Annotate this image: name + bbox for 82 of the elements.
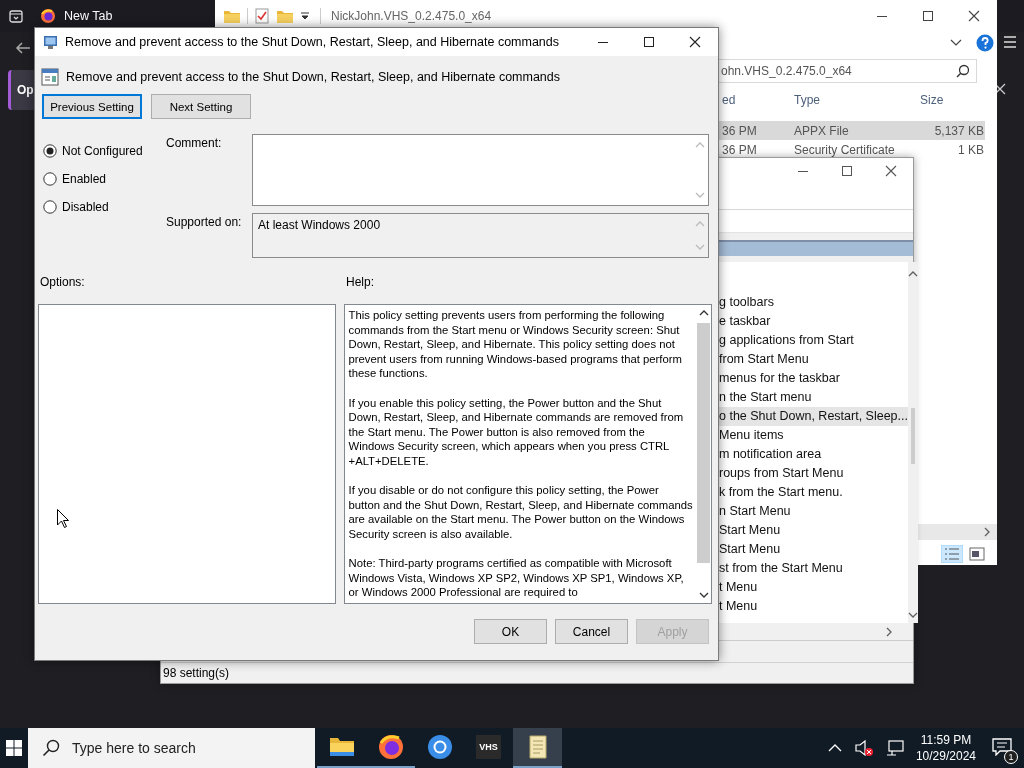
column-header[interactable]: ed bbox=[722, 93, 794, 107]
setting-row[interactable]: n Start Menu bbox=[719, 502, 908, 521]
field-label: Comment: bbox=[166, 135, 223, 152]
notification-icon[interactable] bbox=[992, 737, 1012, 756]
help-paragraph: This policy setting prevents users from performing the following commands from the Start menu or Windows Security screen: Shut Down, Restart, Sleep, and Hibernate. This policy setting does not prevent users from running Windows-based programs that perform these functions. bbox=[348, 308, 683, 381]
menu-icon[interactable] bbox=[1002, 35, 1018, 49]
expand-icon[interactable] bbox=[950, 39, 962, 47]
status-text: 98 setting(s) bbox=[163, 666, 230, 680]
section-label: Options: bbox=[40, 275, 86, 291]
clock[interactable]: 11:59 PM 10/29/2024 bbox=[915, 732, 976, 764]
scroll-right-icon[interactable] bbox=[983, 527, 991, 537]
setting-row[interactable]: k from the Start menu. bbox=[719, 483, 908, 502]
browser-icon bbox=[425, 733, 454, 761]
radio-button[interactable] bbox=[43, 200, 57, 214]
policy-setting-icon bbox=[41, 68, 59, 86]
firefox-icon bbox=[376, 733, 405, 761]
setting-row[interactable]: Start Menu bbox=[719, 521, 908, 540]
setting-row[interactable]: roups from Start Menu bbox=[719, 464, 908, 483]
setting-row[interactable]: m notification area bbox=[719, 445, 908, 464]
window-title: Remove and prevent access to the Shut Down, Restart, Sleep, and Hibernate commands bbox=[65, 35, 559, 49]
nav-button[interactable]: Previous Setting bbox=[42, 94, 142, 119]
column-header[interactable]: Size bbox=[916, 93, 988, 107]
checklist-icon[interactable] bbox=[254, 8, 270, 24]
radio-label[interactable]: Enabled bbox=[62, 172, 107, 186]
search-icon[interactable] bbox=[956, 64, 970, 78]
setting-row[interactable]: menus for the taskbar bbox=[719, 369, 908, 388]
policy-icon bbox=[43, 34, 59, 50]
setting-row[interactable]: g toolbars bbox=[719, 293, 908, 312]
help-paragraph: If you disable or do not configure this policy setting, the Power button and the Shut Down, Restart, Sleep, and Hibernate commands are available on the Start menu. The Power button on the Windows Security screen is also available. bbox=[348, 483, 693, 542]
help-icon[interactable] bbox=[976, 34, 994, 52]
radio-label[interactable]: Not Configured bbox=[62, 144, 143, 158]
network-icon[interactable] bbox=[885, 739, 906, 757]
field-label: Supported on: bbox=[166, 214, 243, 231]
setting-row[interactable]: n the Start menu bbox=[719, 388, 908, 407]
close-icon[interactable] bbox=[994, 83, 1006, 95]
scrollbar-thumb[interactable] bbox=[697, 323, 710, 563]
scroll-right-icon[interactable] bbox=[885, 626, 893, 637]
setting-row[interactable]: o the Shut Down, Restart, Sleep... bbox=[719, 407, 908, 426]
start-icon[interactable] bbox=[6, 740, 22, 756]
firefox-icon bbox=[40, 8, 56, 24]
column-header[interactable]: Type bbox=[794, 93, 916, 107]
notification-badge: 1 bbox=[1004, 749, 1018, 764]
help-paragraph: Note: Third-party programs certified as compatible with Microsoft Windows Vista, Windows XP SP2, Windows XP SP1, Windows XP, or Windows 2000 Professional are required to bbox=[348, 556, 685, 600]
window-title: NickJohn.VHS_0.2.475.0_x64 bbox=[331, 9, 492, 23]
scroll-up-icon[interactable] bbox=[908, 270, 918, 278]
setting-row[interactable]: from Start Menu bbox=[719, 350, 908, 369]
section-label: Help: bbox=[346, 275, 375, 291]
setting-row[interactable]: Start Menu bbox=[719, 540, 908, 559]
tab-list-icon[interactable] bbox=[8, 8, 24, 24]
browser-card[interactable]: Op bbox=[8, 70, 35, 110]
dropdown-icon[interactable] bbox=[300, 11, 310, 21]
radio-button[interactable] bbox=[43, 144, 57, 158]
setting-row[interactable]: Menu items bbox=[719, 426, 908, 445]
search-icon bbox=[42, 739, 60, 757]
thumbnail-view-icon[interactable] bbox=[969, 547, 985, 561]
setting-row[interactable]: st from the Start Menu bbox=[719, 559, 908, 578]
search-field[interactable]: Type here to search bbox=[28, 728, 315, 768]
browser-tab[interactable]: New Tab bbox=[34, 1, 210, 31]
dialog-button[interactable]: OK bbox=[474, 619, 547, 644]
dialog-button[interactable]: Cancel bbox=[555, 619, 628, 644]
radio-button[interactable] bbox=[43, 172, 57, 186]
setting-row[interactable]: e taskbar bbox=[719, 312, 908, 331]
mouse-pointer-icon bbox=[57, 509, 69, 528]
setting-row[interactable]: t Menu bbox=[719, 578, 908, 597]
setting-row[interactable]: g applications from Start bbox=[719, 331, 908, 350]
chevron-up-icon[interactable] bbox=[827, 743, 842, 753]
scroll-down-icon[interactable] bbox=[908, 611, 918, 619]
scrollbar-thumb[interactable] bbox=[911, 408, 915, 464]
scroll-up-icon[interactable] bbox=[698, 309, 709, 317]
taskbar-button[interactable] bbox=[513, 728, 562, 768]
scroll-down-icon[interactable] bbox=[698, 591, 709, 599]
taskbar-button[interactable]: VHS bbox=[464, 728, 513, 768]
nav-button[interactable]: Next Setting bbox=[151, 94, 251, 119]
volume-muted-icon[interactable] bbox=[853, 739, 874, 757]
radio-label[interactable]: Disabled bbox=[62, 200, 109, 214]
supported-on-field: At least Windows 2000 bbox=[252, 213, 709, 258]
setting-heading: Remove and prevent access to the Shut Down, Restart, Sleep, and Hibernate commands bbox=[66, 70, 560, 84]
app-tile: VHS bbox=[476, 735, 501, 759]
back-arrow-icon[interactable] bbox=[15, 41, 31, 55]
help-paragraph: If you enable this policy setting, the Power button and the Shut Down, Restart, Sleep, and Hibernate commands are removed from the Start menu. The Power button is also removed from the Windows Security screen, which appears when you press CTRL +ALT+DELETE. bbox=[348, 395, 685, 469]
setting-row[interactable]: t Menu bbox=[719, 597, 908, 616]
search-field[interactable]: ohn.VHS_0.2.475.0_x64 bbox=[718, 59, 977, 83]
